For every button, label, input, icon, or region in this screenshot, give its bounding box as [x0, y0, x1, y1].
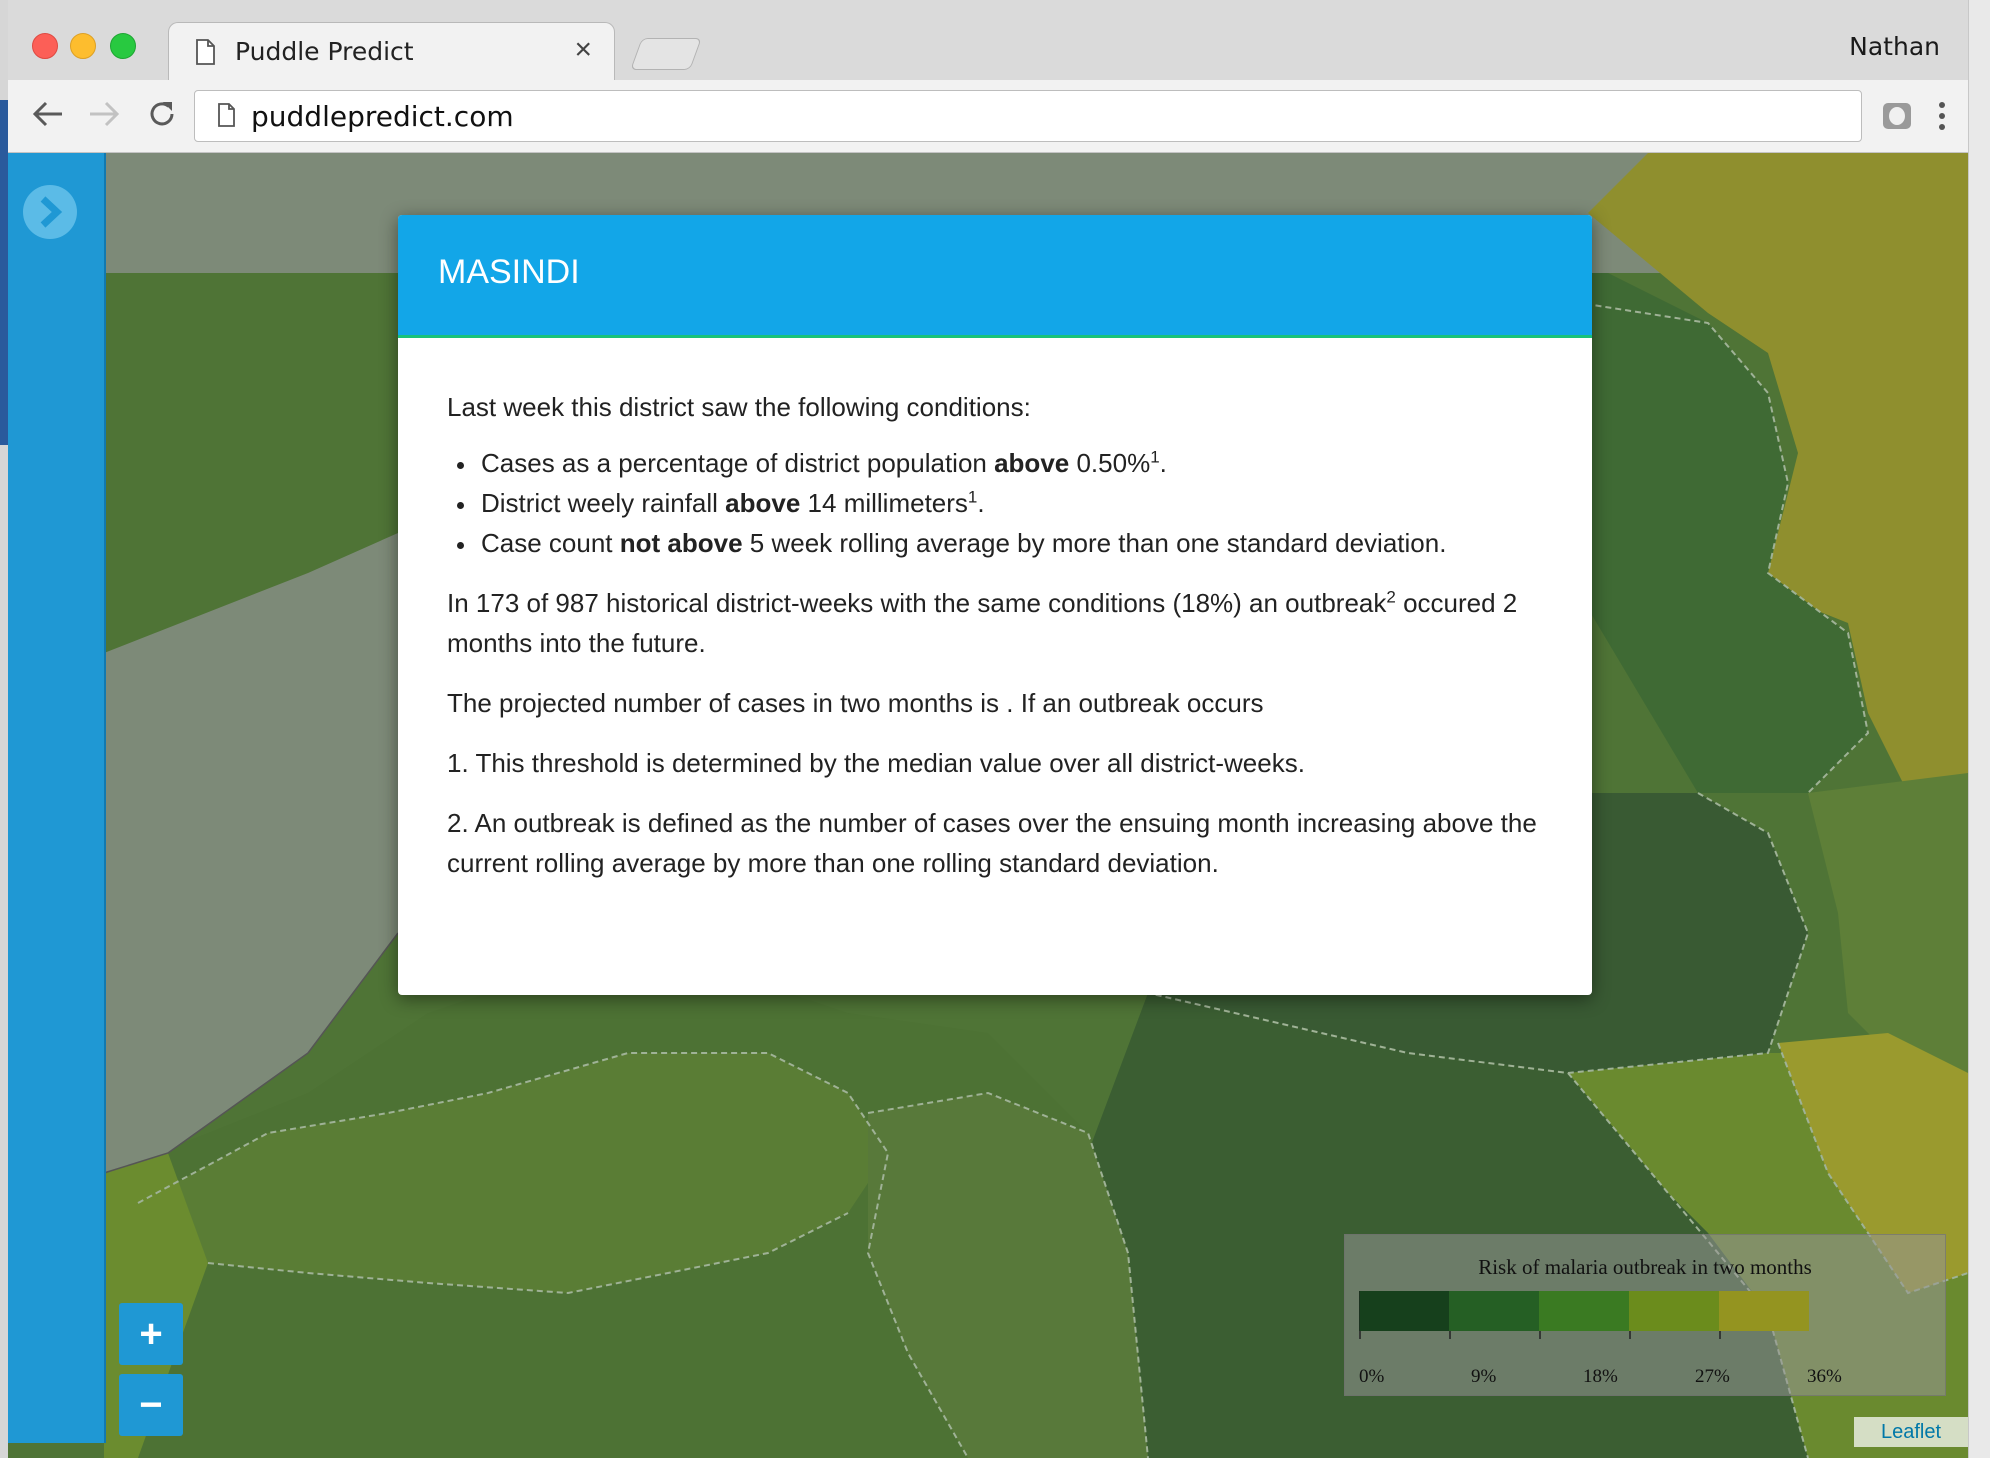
condition-end: .	[1159, 448, 1167, 478]
zoom-in-button[interactable]: +	[119, 1303, 183, 1365]
profile-name[interactable]: Nathan	[1849, 32, 1940, 61]
conditions-list: Cases as a percentage of district popula…	[447, 443, 1547, 563]
legend-tick-label: 27%	[1695, 1366, 1730, 1387]
window-maximize-button[interactable]	[110, 33, 136, 59]
projection-text: The projected number of cases in two mon…	[447, 688, 1264, 718]
legend-tick-label: 18%	[1583, 1366, 1618, 1387]
modal-header: MASINDI	[398, 215, 1592, 338]
condition-end: .	[977, 488, 985, 518]
new-tab-button[interactable]	[630, 38, 702, 70]
url-text: puddlepredict.com	[251, 100, 514, 133]
footnote-ref: 2	[1386, 587, 1396, 607]
condition-item: Case count not above 5 week rolling aver…	[477, 523, 1547, 563]
footnote-ref: 1	[1150, 447, 1160, 467]
browser-window: Puddle Predict × Nathan puddlepredict.co…	[8, 0, 1968, 1458]
legend-color-scale	[1359, 1291, 1809, 1339]
legend-tick-label: 0%	[1359, 1366, 1385, 1387]
arrow-right-icon	[90, 101, 120, 127]
legend-color-swatch	[1539, 1291, 1629, 1331]
page-icon	[196, 39, 215, 65]
window-close-button[interactable]	[32, 33, 58, 59]
condition-emphasis: not above	[619, 528, 743, 558]
legend-tick-label: 36%	[1807, 1366, 1842, 1387]
arrow-left-icon	[32, 101, 62, 127]
legend-color-swatch	[1629, 1291, 1719, 1331]
condition-item: District weely rainfall above 14 millime…	[477, 483, 1547, 523]
modal-title: MASINDI	[438, 253, 580, 291]
footnote-1: 1. This threshold is determined by the m…	[447, 748, 1305, 778]
window-minimize-button[interactable]	[70, 33, 96, 59]
reload-button[interactable]	[142, 94, 182, 134]
conditions-intro: Last week this district saw the followin…	[447, 392, 1031, 422]
condition-value: 5 week rolling average by more than one …	[742, 528, 1447, 558]
desktop-background	[0, 100, 8, 445]
footnote-2: 2. An outbreak is defined as the number …	[447, 808, 1537, 878]
history-text: In 173 of 987 historical district-weeks …	[447, 588, 1387, 618]
legend-title: Risk of malaria outbreak in two months	[1478, 1255, 1812, 1279]
legend-color-swatch	[1359, 1291, 1449, 1331]
more-menu-icon[interactable]	[1934, 98, 1950, 134]
historical-summary: In 173 of 987 historical district-weeks …	[447, 583, 1547, 663]
browser-tab[interactable]: Puddle Predict ×	[168, 22, 615, 81]
screen: Puddle Predict × Nathan puddlepredict.co…	[0, 0, 1990, 1458]
modal-body: Last week this district saw the followin…	[447, 387, 1547, 883]
browser-titlebar: Puddle Predict × Nathan	[8, 0, 1968, 81]
extension-icon[interactable]	[1882, 102, 1912, 130]
sidebar	[8, 153, 106, 1443]
legend-color-swatch	[1719, 1291, 1809, 1331]
page-icon	[218, 103, 235, 127]
tab-title: Puddle Predict	[235, 37, 414, 66]
footnote-ref: 1	[967, 487, 978, 507]
reload-icon	[150, 102, 174, 126]
sidebar-toggle-button[interactable]	[23, 185, 77, 239]
browser-toolbar: puddlepredict.com	[8, 80, 1968, 153]
leaflet-attribution-link[interactable]: Leaflet	[1854, 1417, 1968, 1447]
zoom-out-button[interactable]: −	[119, 1374, 183, 1436]
back-button[interactable]	[28, 94, 68, 134]
condition-value: 14 millimeters	[800, 488, 968, 518]
legend-tick-label: 9%	[1471, 1366, 1497, 1387]
map-page: + − Risk of malaria outbreak in two mont…	[8, 153, 1968, 1458]
tab-close-icon[interactable]: ×	[574, 33, 592, 67]
condition-text: Cases as a percentage of district popula…	[481, 448, 995, 478]
condition-emphasis: above	[994, 448, 1070, 478]
condition-value: 0.50%	[1069, 448, 1151, 478]
condition-item: Cases as a percentage of district popula…	[477, 443, 1547, 483]
chevron-right-icon	[40, 196, 63, 228]
map-legend: Risk of malaria outbreak in two months 0…	[1344, 1234, 1946, 1396]
desktop-background-right	[1968, 0, 1990, 1458]
legend-color-swatch	[1449, 1291, 1539, 1331]
condition-text: District weely rainfall	[481, 488, 726, 518]
district-info-modal: MASINDI Last week this district saw the …	[398, 215, 1592, 995]
condition-text: Case count	[481, 528, 620, 558]
address-bar[interactable]: puddlepredict.com	[194, 90, 1862, 142]
forward-button[interactable]	[84, 94, 124, 134]
condition-emphasis: above	[725, 488, 801, 518]
